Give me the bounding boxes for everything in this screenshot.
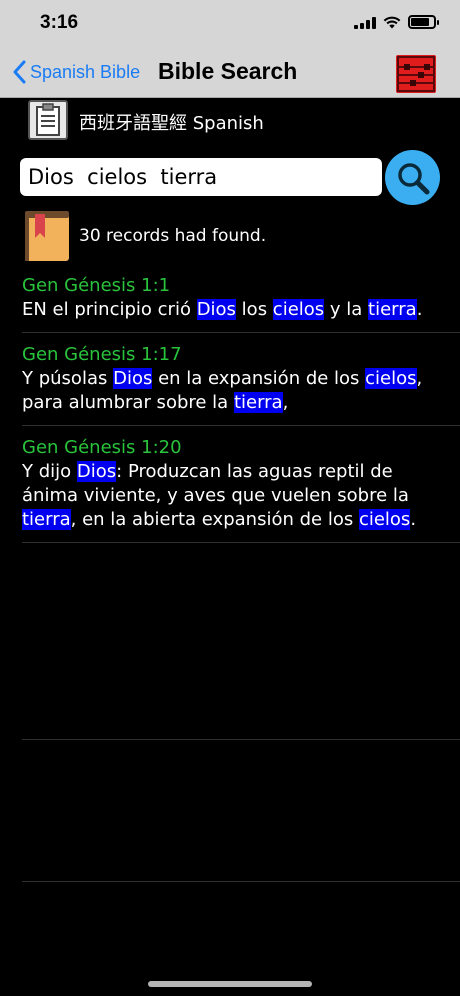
language-label: 西班牙語聖經 Spanish	[79, 113, 264, 134]
empty-row-separator	[22, 739, 460, 740]
verse-reference: Gen Génesis 1:20	[22, 437, 182, 458]
search-button[interactable]	[385, 150, 440, 205]
status-icons	[354, 15, 439, 29]
highlighted-term: tierra	[233, 392, 283, 413]
verse-text-segment: .	[410, 509, 417, 530]
verse-text-segment: ,	[282, 392, 289, 413]
verse-text-segment: .	[416, 299, 423, 320]
verse-text-segment: en la expansión de los	[152, 368, 366, 389]
highlighted-term: Dios	[76, 461, 117, 482]
highlighted-term: Dios	[196, 299, 236, 320]
highlighted-term: tierra	[368, 299, 417, 320]
highlighted-term: cielos	[272, 299, 325, 320]
abacus-icon[interactable]	[396, 55, 436, 93]
home-indicator	[148, 981, 312, 987]
verse-reference: Gen Génesis 1:17	[22, 344, 182, 365]
chevron-left-icon	[13, 60, 26, 84]
back-button[interactable]: Spanish Bible	[12, 60, 140, 84]
highlighted-term: Dios	[113, 368, 153, 389]
verse-text: Y púsolas Dios en la expansión de los ci…	[22, 367, 460, 415]
status-bar: 3:16	[0, 0, 460, 48]
highlighted-term: cielos	[358, 509, 411, 530]
clipboard-icon	[28, 100, 68, 140]
status-time: 3:16	[40, 12, 79, 33]
highlighted-term: tierra	[22, 509, 71, 530]
result-count: 30 records had found.	[79, 226, 267, 246]
signal-icon	[354, 16, 376, 29]
empty-row-separator	[22, 881, 460, 882]
verse-text: EN el principio crió Dios los cielos y l…	[22, 298, 460, 322]
battery-icon	[408, 15, 439, 29]
verse-item[interactable]: Gen Génesis 1:1 EN el principio crió Dio…	[22, 264, 460, 333]
verse-text-segment: EN el principio crió	[22, 299, 197, 320]
verse-list: Gen Génesis 1:1 EN el principio crió Dio…	[0, 264, 460, 543]
magnifier-icon	[397, 162, 429, 194]
highlighted-term: cielos	[365, 368, 417, 389]
verse-text-segment: Y dijo	[22, 461, 77, 482]
page-title: Bible Search	[158, 58, 298, 84]
navigation-bar: Spanish Bible Bible Search	[0, 48, 460, 98]
search-input[interactable]	[20, 158, 382, 196]
verse-reference: Gen Génesis 1:1	[22, 275, 171, 296]
verse-item[interactable]: Gen Génesis 1:20 Y dijo Dios: Produzcan …	[22, 426, 460, 543]
verse-item[interactable]: Gen Génesis 1:17 Y púsolas Dios en la ex…	[22, 333, 460, 426]
book-bookmark-icon	[23, 208, 71, 262]
verse-text-segment: y la	[324, 299, 369, 320]
verse-text-segment: , en la abierta expansión de los	[70, 509, 359, 530]
wifi-icon	[383, 16, 401, 28]
verse-text-segment: los	[235, 299, 273, 320]
verse-text: Y dijo Dios: Produzcan las aguas reptil …	[22, 460, 460, 532]
verse-text-segment: Y púsolas	[22, 368, 114, 389]
result-summary: 30 records had found.	[0, 206, 460, 264]
language-row[interactable]: 西班牙語聖經 Spanish	[0, 99, 460, 141]
back-button-label: Spanish Bible	[30, 61, 141, 82]
